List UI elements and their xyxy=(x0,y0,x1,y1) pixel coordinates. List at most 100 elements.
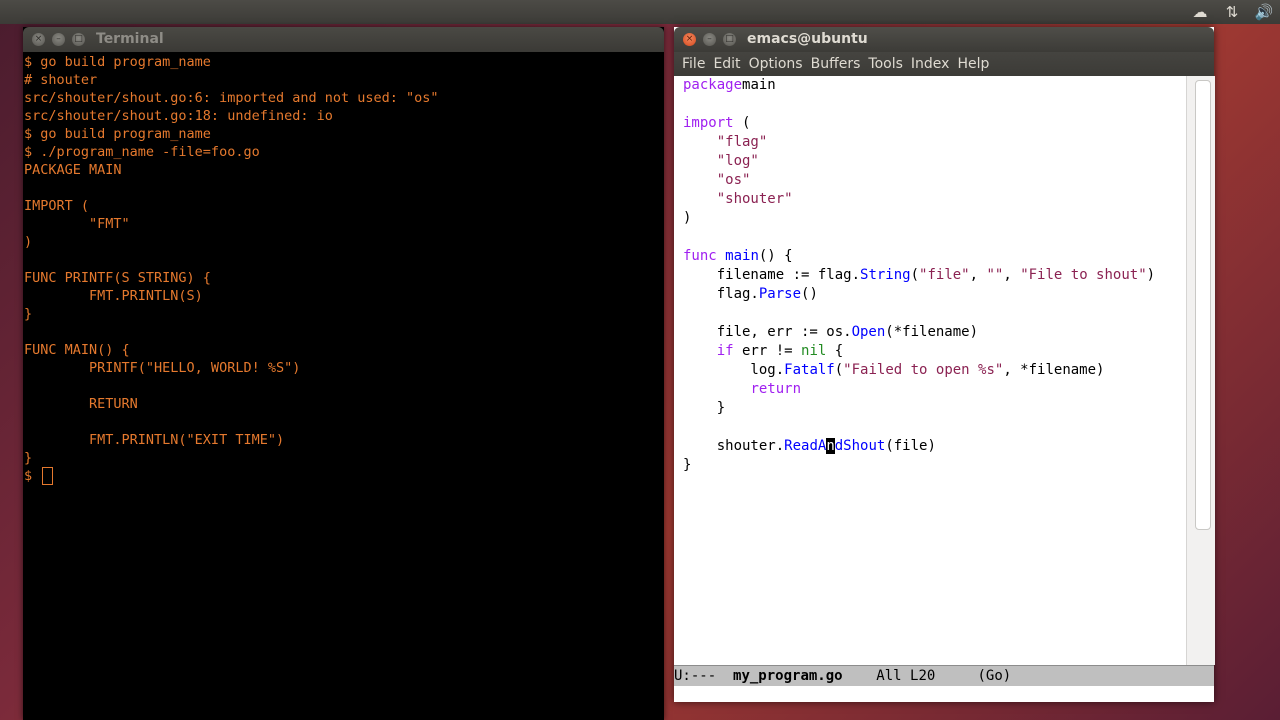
code-token: () { xyxy=(758,248,793,264)
code-line: func main() { xyxy=(683,247,1155,266)
menu-file[interactable]: File xyxy=(678,56,709,72)
terminal-line: PRINTF("HELLO, WORLD! %S") xyxy=(24,360,301,376)
terminal-line: $ go build program_name xyxy=(24,126,211,142)
code-token: , xyxy=(969,267,987,283)
minibuffer[interactable] xyxy=(674,686,1214,702)
terminal-line: PACKAGE MAIN xyxy=(24,162,122,178)
terminal-titlebar[interactable]: × – □ Terminal xyxy=(23,27,664,52)
code-line: } xyxy=(683,456,1155,475)
code-token: ( xyxy=(910,267,920,283)
terminal-line: # shouter xyxy=(24,72,98,88)
maximize-icon[interactable]: □ xyxy=(72,33,85,46)
code-line: "os" xyxy=(683,171,1155,190)
text-cursor: n xyxy=(826,438,835,454)
code-token: main xyxy=(725,248,759,264)
close-icon[interactable]: × xyxy=(683,33,696,46)
code-line: log.Fatalf("Failed to open %s", *filenam… xyxy=(683,361,1155,380)
code-token: return xyxy=(750,381,802,397)
code-token: , xyxy=(1003,267,1021,283)
minimize-icon[interactable]: – xyxy=(703,33,716,46)
code-token: ( xyxy=(834,362,844,378)
code-token: (file) xyxy=(885,438,936,454)
menu-edit[interactable]: Edit xyxy=(709,56,744,72)
code-token: dShout xyxy=(834,438,886,454)
emacs-window[interactable]: × – □ emacs@ubuntu File Edit Options Buffer… xyxy=(674,27,1215,702)
emacs-title: emacs@ubuntu xyxy=(747,31,868,47)
menu-buffers[interactable]: Buffers xyxy=(807,56,865,72)
terminal-line: ) xyxy=(24,234,33,250)
code-line: packagemain xyxy=(683,76,1155,95)
code-token: ) xyxy=(683,210,692,226)
code-line: return xyxy=(683,380,1155,399)
code-line: flag.Parse() xyxy=(683,285,1155,304)
terminal-line: src/shouter/shout.go:6: imported and not… xyxy=(24,90,439,106)
maximize-icon[interactable]: □ xyxy=(723,33,736,46)
code-token: } xyxy=(683,457,692,473)
code-token: shouter. xyxy=(683,438,785,454)
terminal-window[interactable]: × – □ Terminal $ go build program_name # … xyxy=(23,27,664,720)
menu-index[interactable]: Index xyxy=(907,56,954,72)
code-line: shouter.ReadAndShout(file) xyxy=(683,437,1155,456)
code-token: err != xyxy=(733,343,802,359)
menu-options[interactable]: Options xyxy=(745,56,807,72)
code-token: "File to shout" xyxy=(1020,267,1147,283)
terminal-title: Terminal xyxy=(96,31,164,47)
code-token: nil xyxy=(801,343,827,359)
code-token: func xyxy=(683,248,717,264)
scrollbar[interactable] xyxy=(1186,76,1215,665)
emacs-menubar: File Edit Options Buffers Tools Index Help xyxy=(674,52,1214,76)
code-token: "flag" xyxy=(716,134,768,150)
code-editor[interactable]: packagemain import ( "flag" "log" "os" "s… xyxy=(674,76,1186,665)
modeline-mode: (Go) xyxy=(935,668,1012,684)
code-token: String xyxy=(860,267,911,283)
scrollbar-thumb[interactable] xyxy=(1195,80,1211,530)
modeline-buffer-name: my_program.go xyxy=(733,668,843,684)
terminal-prompt: $ xyxy=(24,468,41,484)
code-buffer[interactable]: packagemain import ( "flag" "log" "os" "s… xyxy=(683,76,1155,475)
top-panel: ☁ ⇅ 🔊 xyxy=(0,0,1280,24)
code-line: "shouter" xyxy=(683,190,1155,209)
terminal-prompt-line[interactable]: $ xyxy=(24,467,664,485)
code-token: filename := flag. xyxy=(683,267,861,283)
code-token: flag. xyxy=(683,286,759,302)
close-icon[interactable]: × xyxy=(32,33,45,46)
minimize-icon[interactable]: – xyxy=(52,33,65,46)
terminal-line: "FMT" xyxy=(24,216,130,232)
network-icon[interactable]: ⇅ xyxy=(1216,3,1248,21)
cloud-icon[interactable]: ☁ xyxy=(1184,3,1216,21)
menu-help[interactable]: Help xyxy=(953,56,993,72)
emacs-titlebar[interactable]: × – □ emacs@ubuntu xyxy=(674,27,1214,52)
code-token: file, err := os. xyxy=(683,324,852,340)
code-token: { xyxy=(826,343,844,359)
terminal-line: $ ./program_name -file=foo.go xyxy=(24,144,260,160)
code-token: main xyxy=(742,77,776,93)
code-token: Parse xyxy=(758,286,802,302)
terminal-line: } xyxy=(24,450,33,466)
system-tray: ☁ ⇅ 🔊 xyxy=(1184,0,1280,24)
terminal-line: $ go build program_name xyxy=(24,54,211,70)
menu-tools[interactable]: Tools xyxy=(864,56,907,72)
terminal-cursor xyxy=(42,467,54,485)
code-token: () xyxy=(801,286,818,302)
mode-line: U:--- my_program.go All L20 (Go) xyxy=(674,665,1214,686)
code-line: "flag" xyxy=(683,133,1155,152)
code-token: "os" xyxy=(716,172,751,188)
terminal-line: FMT.PRINTLN("EXIT TIME") xyxy=(24,432,285,448)
code-token: "Failed to open %s" xyxy=(843,362,1004,378)
sound-icon[interactable]: 🔊 xyxy=(1248,3,1280,21)
terminal-line: FMT.PRINTLN(S) xyxy=(24,288,203,304)
terminal-line: IMPORT ( xyxy=(24,198,90,214)
code-token: import xyxy=(683,115,734,131)
terminal-output[interactable]: $ go build program_name # shouter src/shou… xyxy=(24,53,664,485)
